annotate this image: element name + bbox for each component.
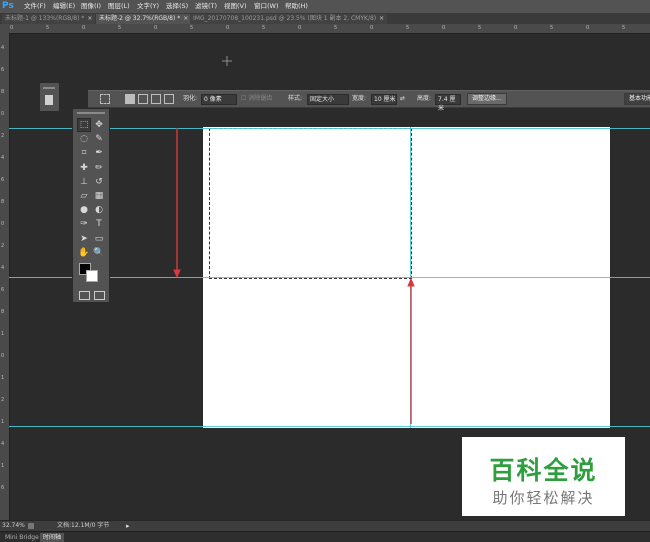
- gradient-tool-icon[interactable]: ▦: [93, 190, 105, 202]
- antialias-checkbox[interactable]: ☐ 消除锯齿: [241, 94, 272, 104]
- quick-select-icon[interactable]: ✎: [93, 133, 105, 145]
- screen-mode-icon[interactable]: [94, 291, 105, 300]
- background-color-swatch[interactable]: [86, 270, 98, 282]
- watermark-subtitle: 助你轻松解决: [492, 489, 595, 507]
- lasso-tool-icon[interactable]: ◌: [78, 133, 90, 145]
- history-panel-icon[interactable]: [45, 95, 53, 105]
- width-label: 宽度:: [352, 95, 367, 102]
- blur-tool-icon[interactable]: ●: [78, 204, 90, 216]
- feather-label: 羽化:: [183, 95, 198, 102]
- height-input[interactable]: 7.4 厘米: [435, 94, 461, 112]
- healing-brush-icon[interactable]: ✚: [78, 162, 90, 174]
- history-brush-icon[interactable]: ↺: [93, 176, 105, 188]
- pen-tool-icon[interactable]: ✑: [78, 218, 90, 230]
- subtract-selection-icon[interactable]: [151, 94, 161, 104]
- watermark-title: 百科全说: [489, 456, 598, 485]
- refine-edge-button[interactable]: 调整边缘...: [467, 93, 507, 105]
- workspace-button[interactable]: 基本功能: [624, 93, 650, 105]
- move-tool-icon[interactable]: ✥: [93, 119, 105, 131]
- arrow-down: [173, 128, 181, 279]
- watermark: 百科全说 助你轻松解决: [462, 437, 625, 516]
- zoom-level[interactable]: 32.74%: [2, 521, 25, 531]
- shape-tool-icon[interactable]: ▭: [93, 233, 105, 245]
- style-select[interactable]: 固定大小: [307, 94, 349, 105]
- eraser-icon[interactable]: ▱: [78, 190, 90, 202]
- status-menu-arrow-icon[interactable]: ▸: [126, 521, 130, 531]
- add-selection-icon[interactable]: [138, 94, 148, 104]
- toolbox-panel: ⬚ ✥ ◌ ✎ ⌗ ✒ ✚ ✏ ⊥ ↺ ▱ ▦ ● ◐ ✑ T ➤ ▭ ✋ 🔍: [72, 108, 110, 303]
- type-tool-icon[interactable]: T: [93, 218, 105, 230]
- swap-dimensions-icon[interactable]: ⇄: [400, 94, 405, 104]
- antialias-label: 消除锯齿: [248, 95, 273, 102]
- brush-tool-icon[interactable]: ✏: [93, 162, 105, 174]
- new-selection-icon[interactable]: [125, 94, 135, 104]
- bottom-panel-tabs: Mini Bridge 时间轴: [0, 531, 650, 542]
- crosshair-icon: [222, 56, 232, 66]
- quick-mask-icon[interactable]: [79, 291, 90, 300]
- dodge-tool-icon[interactable]: ◐: [93, 204, 105, 216]
- path-select-icon[interactable]: ➤: [78, 233, 90, 245]
- arrow-up: [407, 277, 415, 424]
- marquee-tool-icon[interactable]: ⬚: [77, 118, 91, 132]
- eyedropper-icon[interactable]: ✒: [93, 147, 105, 159]
- intersect-selection-icon[interactable]: [164, 94, 174, 104]
- panel-grip-icon: [77, 112, 105, 114]
- marquee-preset-icon[interactable]: [100, 94, 110, 104]
- crop-tool-icon[interactable]: ⌗: [78, 147, 90, 159]
- clone-stamp-icon[interactable]: ⊥: [78, 176, 90, 188]
- style-label: 样式:: [288, 95, 303, 102]
- height-label: 高度:: [417, 95, 432, 102]
- hand-tool-icon[interactable]: ✋: [78, 247, 90, 259]
- width-input[interactable]: 10 厘米: [371, 94, 397, 105]
- zoom-tool-icon[interactable]: 🔍: [93, 247, 105, 259]
- document-info: 文档:12.1M/0 字节: [57, 522, 110, 529]
- tool-options-bar: 羽化: 0 像素 ☐ 消除锯齿 样式: 固定大小 宽度: 10 厘米 ⇄ 高度:…: [88, 90, 650, 112]
- panel-grip-icon: [43, 87, 55, 89]
- status-bar: 32.74% 文档:12.1M/0 字节 ▸: [0, 520, 650, 531]
- zoom-share-icon[interactable]: [28, 523, 34, 529]
- feather-input[interactable]: 0 像素: [201, 94, 237, 105]
- collapsed-panel[interactable]: [39, 82, 60, 112]
